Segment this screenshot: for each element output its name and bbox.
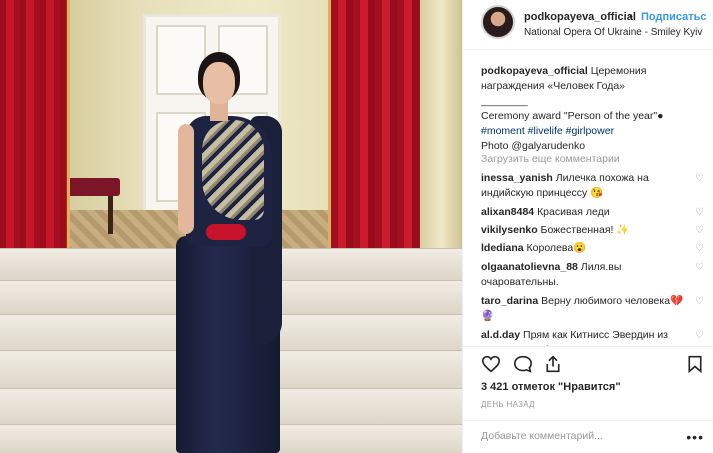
caption-photo-credit[interactable]: Photo @galyarudenko	[481, 140, 585, 152]
post-sidebar: podkopayeva_official • Подписатьс Nation…	[462, 0, 713, 453]
comment-text: Божественная! ✨	[540, 224, 630, 236]
post-photo[interactable]	[0, 0, 462, 453]
comment-row: vikilysenko Божественная! ✨ ♡	[481, 223, 704, 238]
comment-input[interactable]	[481, 430, 671, 442]
load-more-comments-button[interactable]: Загрузить еще комментарии	[481, 153, 620, 165]
caption-username[interactable]: podkopayeva_official	[481, 65, 588, 77]
heart-icon[interactable]: ♡	[695, 331, 705, 341]
comment-username[interactable]: taro_darina	[481, 295, 538, 307]
follow-button[interactable]: Подписатьс	[641, 11, 707, 23]
photo-subject	[160, 46, 290, 453]
heart-icon[interactable]: ♡	[695, 226, 705, 236]
location-link[interactable]: National Opera Of Ukraine - Smiley Kyiv	[524, 27, 702, 38]
caption-hashtags[interactable]: #moment #livelife #girlpower	[481, 125, 614, 137]
photo-curtain-left	[0, 0, 70, 270]
comment-username[interactable]: inessa_yanish	[481, 172, 553, 184]
comment-row: ldediana Королева😮 ♡	[481, 241, 704, 256]
header-username[interactable]: podkopayeva_official	[524, 11, 636, 23]
heart-icon[interactable]: ♡	[695, 263, 705, 273]
comment-row: olgaanatolievna_88 Лиля.вы очаровательны…	[481, 260, 704, 290]
comment-text: Красивая леди	[537, 206, 610, 218]
post-header: podkopayeva_official • Подписатьс Nation…	[463, 0, 713, 50]
comments-list[interactable]: podkopayeva_official Церемония награжден…	[463, 50, 713, 346]
comment-username[interactable]: vikilysenko	[481, 224, 538, 236]
more-options-button[interactable]: •••	[686, 429, 704, 445]
comment-row: al.d.day Прям как Китнисс Эвердин из Гол…	[481, 328, 704, 346]
post-timestamp[interactable]: ДЕНЬ НАЗАД	[481, 400, 535, 409]
add-comment-form: •••	[463, 420, 713, 453]
action-bar	[463, 346, 713, 376]
heart-icon[interactable]: ♡	[695, 297, 705, 307]
heart-icon[interactable]: ♡	[695, 244, 705, 254]
header-separator: •	[629, 11, 633, 23]
comment-username[interactable]: olgaanatolievna_88	[481, 261, 578, 273]
heart-icon[interactable]: ♡	[695, 208, 705, 218]
comment-username[interactable]: al.d.day	[481, 329, 520, 341]
photo-curtain-right	[328, 0, 420, 280]
share-icon[interactable]	[544, 355, 562, 376]
comment-username[interactable]: ldediana	[481, 242, 524, 254]
bookmark-icon[interactable]	[687, 355, 703, 376]
caption-divider: ________	[481, 95, 528, 107]
likes-count[interactable]: 3 421 отметок "Нравится"	[481, 381, 621, 393]
avatar[interactable]	[481, 5, 515, 39]
post-caption: podkopayeva_official Церемония награжден…	[481, 64, 693, 154]
comment-row: taro_darina Верну любимого человека💔🔮 ♡	[481, 294, 704, 324]
comment-row: inessa_yanish Лилечка похожа на индийску…	[481, 171, 704, 201]
caption-line2: Ceremony award "Person of the year"●	[481, 110, 664, 122]
comment-icon[interactable]	[513, 355, 533, 376]
comment-text: Королева😮	[526, 242, 587, 254]
heart-icon[interactable]	[481, 355, 501, 376]
heart-icon[interactable]: ♡	[695, 174, 705, 184]
comment-username[interactable]: alixan8484	[481, 206, 534, 218]
comment-row: alixan8484 Красивая леди ♡	[481, 205, 704, 220]
